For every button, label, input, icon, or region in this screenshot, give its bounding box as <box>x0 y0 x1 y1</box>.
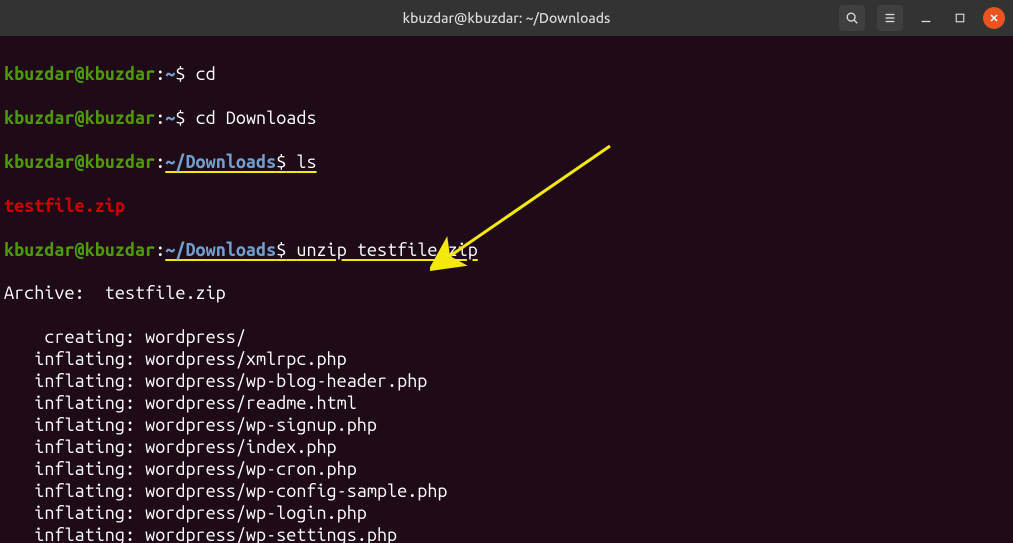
unzip-archive-line: Archive: testfile.zip <box>4 283 1009 305</box>
hamburger-icon <box>883 11 897 25</box>
prompt-sep: : <box>155 152 165 172</box>
unzip-output-line: inflating: wordpress/wp-login.php <box>4 503 1009 525</box>
ls-file: testfile.zip <box>4 196 125 216</box>
prompt-sep: : <box>155 240 165 260</box>
unzip-output-line: inflating: wordpress/wp-settings.php <box>4 525 1009 543</box>
command-text: cd <box>196 64 216 84</box>
close-button[interactable] <box>983 7 1005 29</box>
unzip-output-line: inflating: wordpress/xmlrpc.php <box>4 349 1009 371</box>
search-icon <box>845 11 859 25</box>
unzip-output-line: inflating: wordpress/index.php <box>4 437 1009 459</box>
unzip-output-line: creating: wordpress/ <box>4 327 1009 349</box>
menu-button[interactable] <box>877 5 903 31</box>
unzip-output-line: inflating: wordpress/readme.html <box>4 393 1009 415</box>
command-text: ls <box>296 152 316 172</box>
prompt-sigil: $ <box>276 240 286 260</box>
prompt-user: kbuzdar@kbuzdar <box>4 108 155 128</box>
prompt-sigil: $ <box>276 152 286 172</box>
minimize-icon <box>919 11 933 25</box>
prompt-path-highlighted: ~/Downloads <box>165 152 276 172</box>
prompt-path: ~ <box>165 64 175 84</box>
terminal-output[interactable]: kbuzdar@kbuzdar:~$ cd kbuzdar@kbuzdar:~$… <box>0 36 1013 543</box>
prompt-user: kbuzdar@kbuzdar <box>4 152 155 172</box>
prompt-line: kbuzdar@kbuzdar:~/Downloads$ unzip testf… <box>4 240 1009 262</box>
prompt-line: kbuzdar@kbuzdar:~/Downloads$ ls <box>4 152 1009 174</box>
ls-output-line: testfile.zip <box>4 196 1009 218</box>
search-button[interactable] <box>839 5 865 31</box>
maximize-icon <box>954 12 966 24</box>
prompt-line: kbuzdar@kbuzdar:~$ cd Downloads <box>4 108 1009 130</box>
titlebar: kbuzdar@kbuzdar: ~/Downloads <box>0 0 1013 36</box>
prompt-sigil: $ <box>175 108 185 128</box>
unzip-output-line: inflating: wordpress/wp-cron.php <box>4 459 1009 481</box>
prompt-sep: : <box>155 64 165 84</box>
prompt-line: kbuzdar@kbuzdar:~$ cd <box>4 64 1009 86</box>
prompt-user: kbuzdar@kbuzdar <box>4 64 155 84</box>
unzip-lines: creating: wordpress/ inflating: wordpres… <box>4 327 1009 543</box>
command-text: cd Downloads <box>196 108 317 128</box>
prompt-sigil: $ <box>175 64 185 84</box>
unzip-output-line: inflating: wordpress/wp-signup.php <box>4 415 1009 437</box>
prompt-path: ~ <box>165 108 175 128</box>
prompt-path-highlighted: ~/Downloads <box>165 240 276 260</box>
titlebar-controls <box>839 5 1005 31</box>
window-title: kbuzdar@kbuzdar: ~/Downloads <box>403 10 611 26</box>
command-text: unzip testfile.zip <box>296 240 477 260</box>
unzip-output-line: inflating: wordpress/wp-blog-header.php <box>4 371 1009 393</box>
prompt-user: kbuzdar@kbuzdar <box>4 240 155 260</box>
close-icon <box>988 12 1000 24</box>
prompt-sep: : <box>155 108 165 128</box>
maximize-button[interactable] <box>949 7 971 29</box>
minimize-button[interactable] <box>915 7 937 29</box>
unzip-output-line: inflating: wordpress/wp-config-sample.ph… <box>4 481 1009 503</box>
